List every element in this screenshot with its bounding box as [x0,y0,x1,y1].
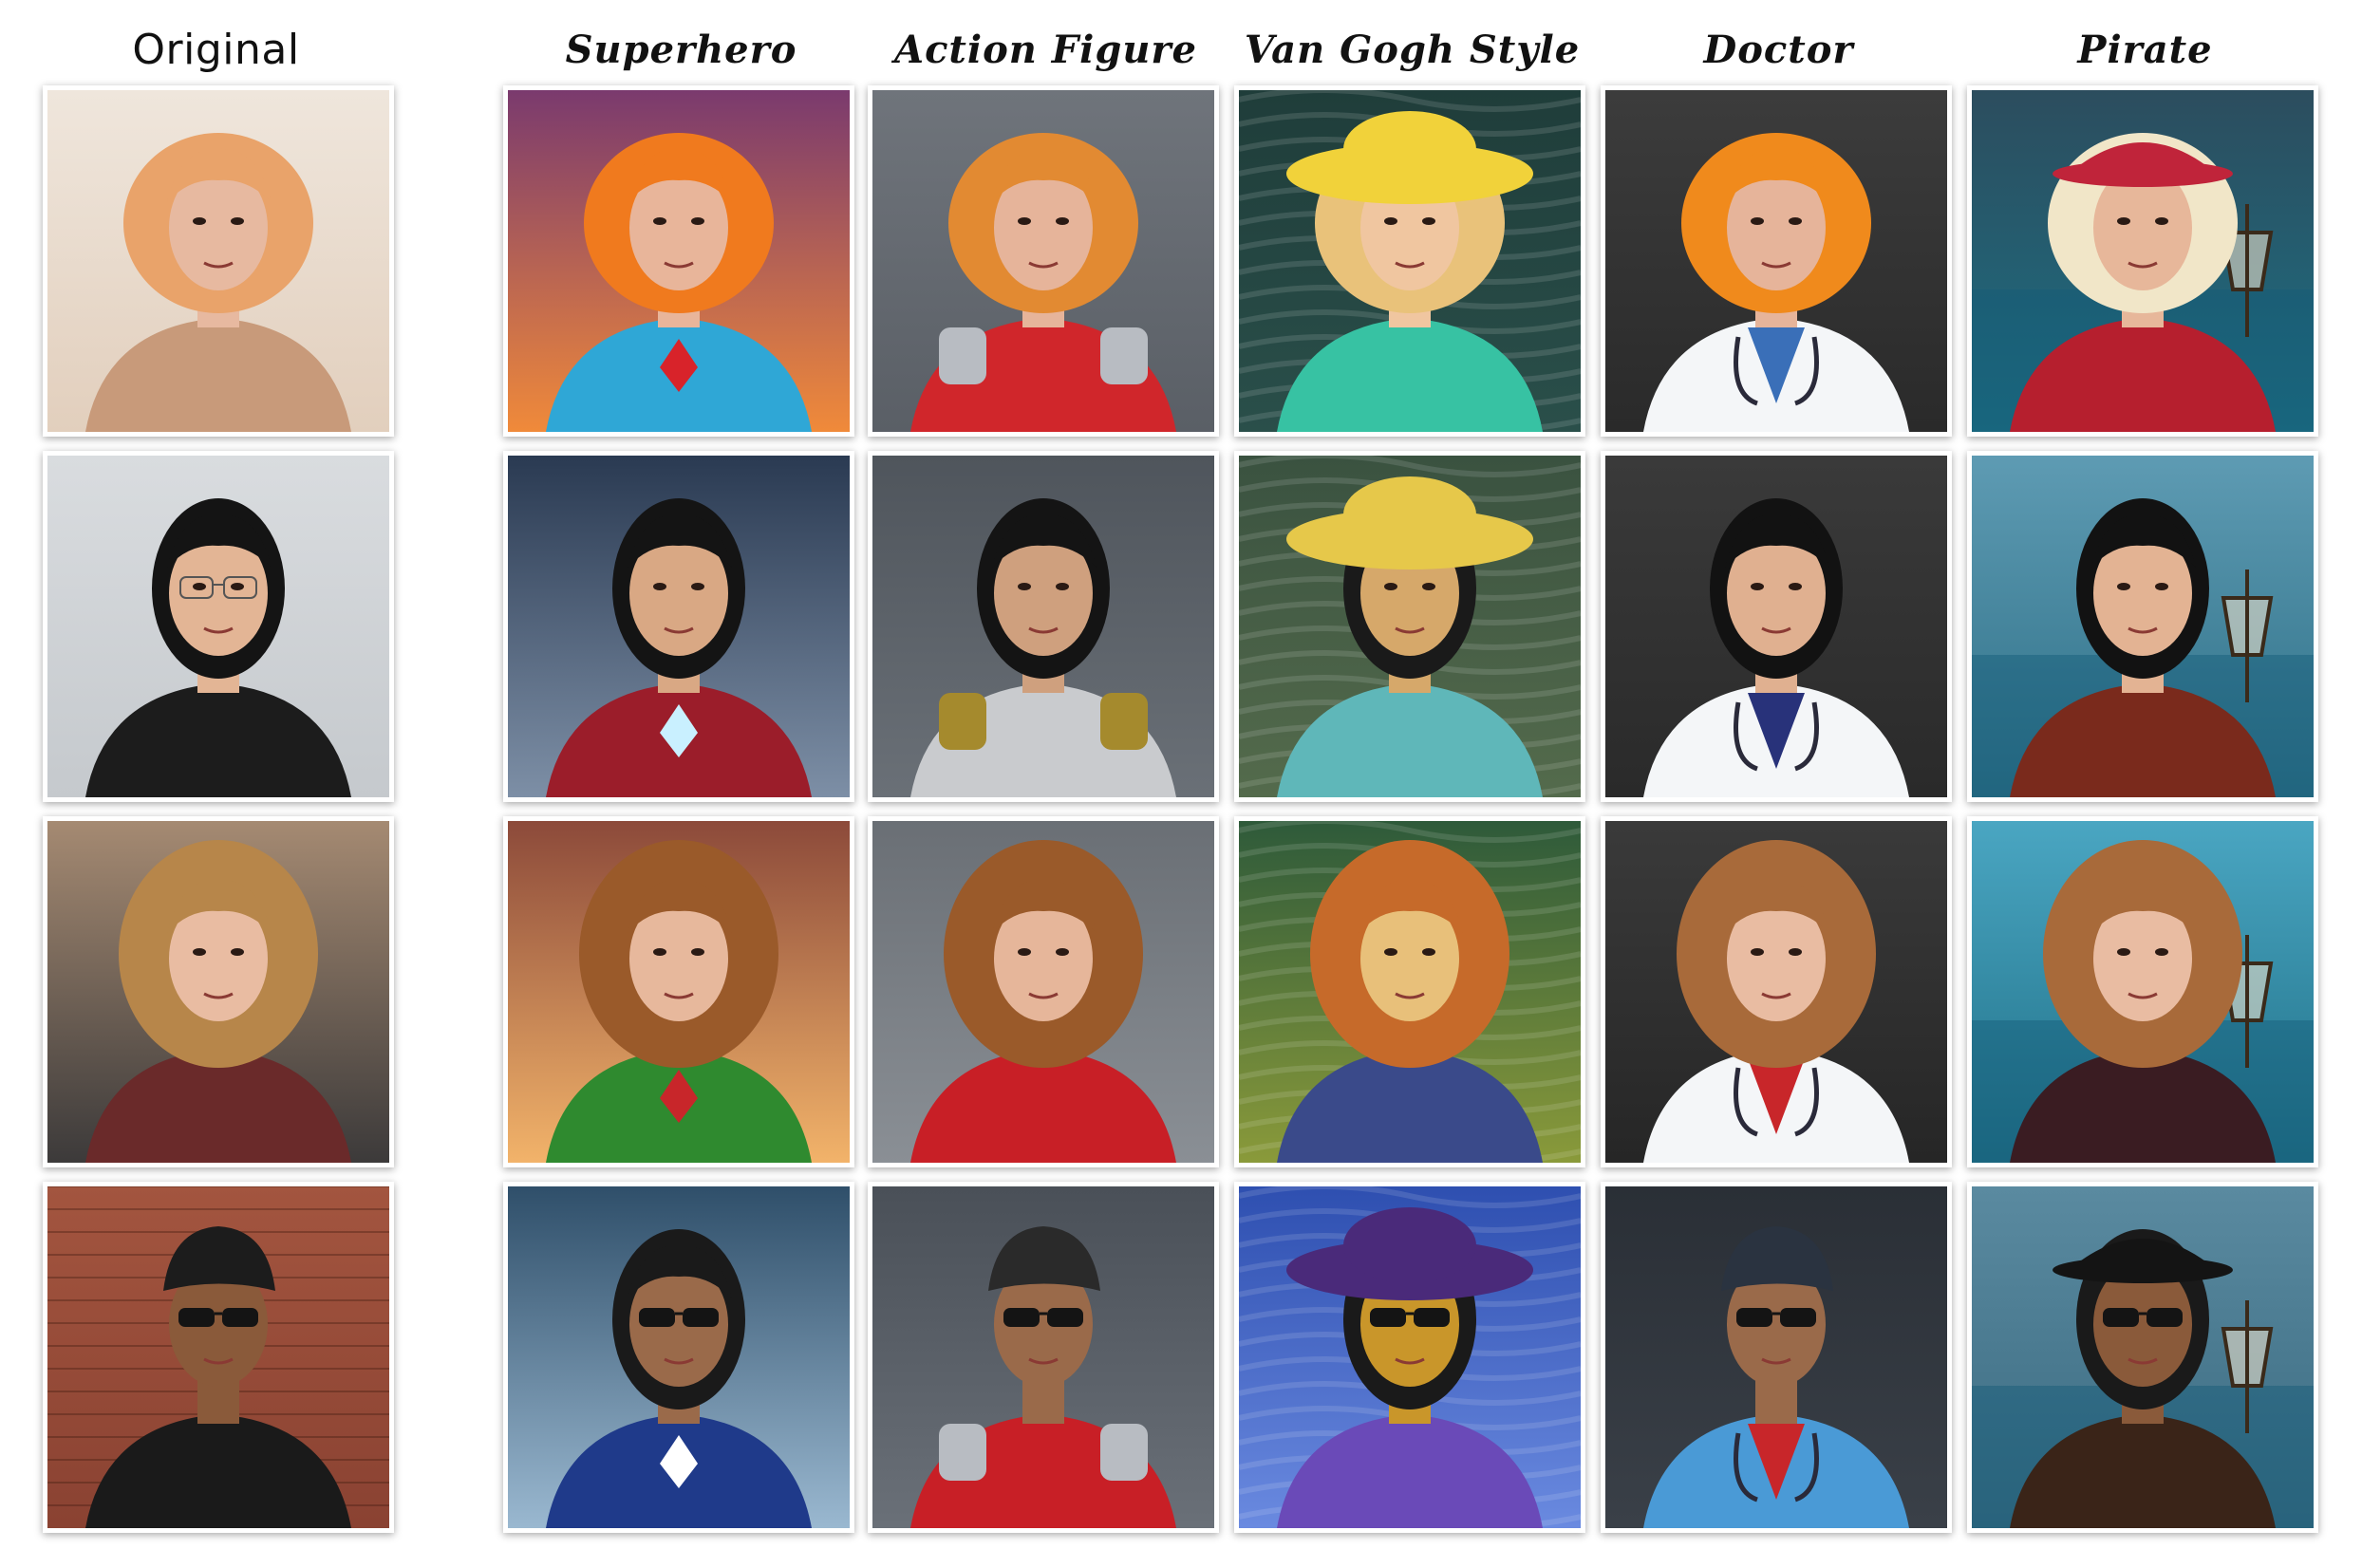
portrait-image [508,821,850,1163]
portrait-image [47,821,389,1163]
header-original: Original [132,26,300,74]
portrait-man-sunglasses-headwrap-doctor [1601,1182,1952,1533]
portrait-image [872,456,1214,797]
portrait-woman-orange-hair-doctor [1601,85,1952,437]
portrait-man-sunglasses-headwrap-pirate [1967,1182,2318,1533]
portrait-image [1605,456,1947,797]
portrait-woman-long-hair-van-gogh [1234,816,1585,1167]
portrait-man-sunglasses-headwrap-original [43,1182,394,1533]
portrait-man-sunglasses-headwrap-action-figure [868,1182,1219,1533]
portrait-image [508,90,850,432]
portrait-man-glasses-superhero [503,451,854,802]
portrait-man-glasses-pirate [1967,451,2318,802]
portrait-woman-orange-hair-superhero [503,85,854,437]
portrait-image [508,1186,850,1528]
portrait-image [1605,1186,1947,1528]
portrait-image [1972,821,2314,1163]
portrait-woman-long-hair-action-figure [868,816,1219,1167]
portrait-man-glasses-original [43,451,394,802]
portrait-man-glasses-action-figure [868,451,1219,802]
portrait-image [1972,1186,2314,1528]
portrait-image [1972,456,2314,797]
header-doctor: Doctor [1703,28,1854,72]
portrait-image [1972,90,2314,432]
portrait-man-sunglasses-headwrap-superhero [503,1182,854,1533]
portrait-image [1239,821,1581,1163]
header-superhero: Superhero [565,28,797,72]
portrait-image [47,456,389,797]
portrait-image [47,90,389,432]
portrait-image [1239,456,1581,797]
portrait-woman-long-hair-pirate [1967,816,2318,1167]
portrait-image [872,90,1214,432]
portrait-image [872,821,1214,1163]
portrait-man-sunglasses-headwrap-van-gogh [1234,1182,1585,1533]
portrait-image [508,456,850,797]
portrait-woman-long-hair-superhero [503,816,854,1167]
portrait-woman-long-hair-original [43,816,394,1167]
portrait-woman-orange-hair-action-figure [868,85,1219,437]
portrait-woman-orange-hair-original [43,85,394,437]
header-action-figure: Action Figure [894,28,1197,72]
portrait-image [1239,90,1581,432]
portrait-man-glasses-van-gogh [1234,451,1585,802]
portrait-woman-long-hair-doctor [1601,816,1952,1167]
portrait-image [1605,90,1947,432]
portrait-woman-orange-hair-pirate [1967,85,2318,437]
portrait-woman-orange-hair-van-gogh [1234,85,1585,437]
portrait-image [47,1186,389,1528]
portrait-image [872,1186,1214,1528]
portrait-image [1605,821,1947,1163]
portrait-image [1239,1186,1581,1528]
header-pirate: Pirate [2077,28,2213,72]
portrait-man-glasses-doctor [1601,451,1952,802]
header-van-gogh-style: Van Gogh Style [1244,28,1581,72]
